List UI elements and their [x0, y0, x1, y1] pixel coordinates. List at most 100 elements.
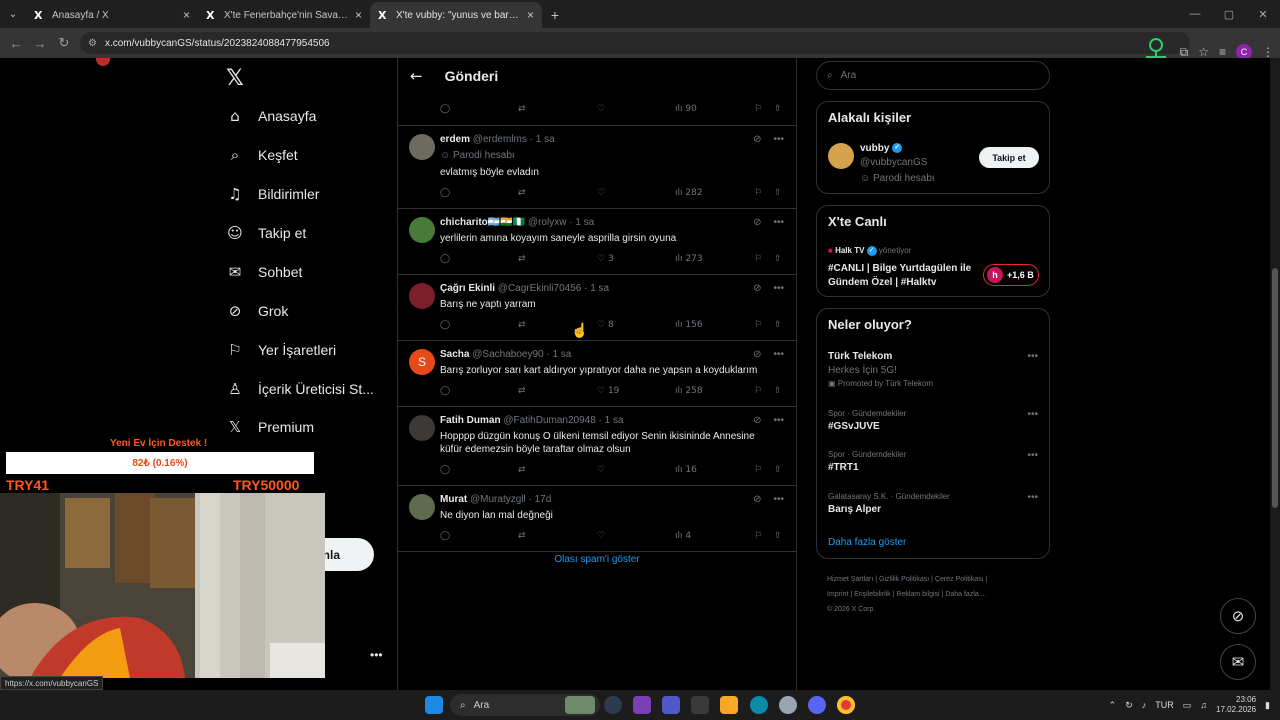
- footer-link[interactable]: Erişilebilirlik: [854, 591, 891, 598]
- search-highlight-icon[interactable]: [565, 696, 595, 714]
- author-name[interactable]: Sacha: [440, 349, 469, 360]
- close-icon[interactable]: ×: [183, 8, 190, 22]
- like-icon[interactable]: ♡ 3: [597, 254, 614, 264]
- notifications-icon[interactable]: ▮: [1265, 700, 1270, 711]
- chrome-icon[interactable]: [837, 696, 855, 714]
- more-icon[interactable]: •••: [1027, 351, 1038, 362]
- retweet-icon[interactable]: ⇄: [518, 386, 526, 396]
- menu-icon[interactable]: ⋮: [1262, 45, 1274, 59]
- tab-2[interactable]: X X'te Fenerbahçe'nin Savaşçı Ru ×: [198, 2, 370, 28]
- tweet-time[interactable]: 1 sa: [552, 349, 571, 360]
- views-icon[interactable]: ılı 258: [675, 386, 703, 396]
- avatar[interactable]: [409, 494, 435, 520]
- reply-tweet[interactable]: Çağrı Ekinli @CagrEkinli70456 · 1 sa Bar…: [398, 275, 796, 341]
- tray-chevron-icon[interactable]: ⌃: [1109, 700, 1117, 711]
- tweet-time[interactable]: 1 sa: [575, 217, 594, 228]
- avatar[interactable]: [409, 217, 435, 243]
- tab-1[interactable]: X Anasayfa / X ×: [26, 2, 198, 28]
- author-name[interactable]: erdem: [440, 134, 470, 145]
- grok-icon[interactable]: ⊘: [753, 494, 761, 505]
- bookmark-icon[interactable]: ⚐: [754, 531, 762, 541]
- reply-icon[interactable]: ◯: [440, 531, 450, 541]
- more-icon[interactable]: •••: [773, 494, 784, 505]
- author-name[interactable]: Murat: [440, 494, 467, 505]
- retweet-icon[interactable]: ⇄: [518, 320, 526, 330]
- account-more-icon[interactable]: •••: [370, 648, 383, 662]
- discord-icon[interactable]: [808, 696, 826, 714]
- x-logo-icon[interactable]: 𝕏: [226, 66, 244, 91]
- retweet-icon[interactable]: ⇄: [518, 465, 526, 475]
- footer-link[interactable]: Imprint: [827, 591, 848, 598]
- share-icon[interactable]: ⇧: [774, 320, 782, 330]
- nav-explore[interactable]: ⌕ Keşfet: [226, 143, 298, 167]
- live-listeners-pill[interactable]: h +1,6 B: [983, 264, 1039, 286]
- footer-link[interactable]: Reklam bilgisi: [896, 591, 939, 598]
- views-icon[interactable]: ılı 282: [675, 188, 703, 198]
- minimize-icon[interactable]: —: [1178, 8, 1212, 20]
- avatar[interactable]: S: [409, 349, 435, 375]
- task-view-icon[interactable]: [604, 696, 622, 714]
- more-icon[interactable]: •••: [1027, 450, 1038, 461]
- copilot-icon[interactable]: [633, 696, 651, 714]
- close-icon[interactable]: ×: [355, 8, 362, 22]
- promoted-trend[interactable]: Türk Telekom Herkes İçin 5G! ▣ Promoted …: [828, 351, 1038, 388]
- views-icon[interactable]: ılı 4: [675, 531, 691, 541]
- retweet-icon[interactable]: ⇄: [518, 188, 526, 198]
- reply-icon[interactable]: ◯: [440, 386, 450, 396]
- reply-tweet[interactable]: Murat @Muratyzgll · 17d Ne diyon lan mal…: [398, 486, 796, 552]
- share-icon[interactable]: ⇧: [774, 386, 782, 396]
- tweet-time[interactable]: 1 sa: [605, 415, 624, 426]
- related-name-row[interactable]: vubby ✓: [860, 143, 903, 154]
- nav-chat[interactable]: ✉ Sohbet: [226, 260, 303, 284]
- more-icon[interactable]: •••: [773, 134, 784, 145]
- nav-grok[interactable]: ⊘ Grok: [226, 299, 289, 323]
- footer-link[interactable]: Hizmet Şartları: [827, 576, 873, 583]
- tab-3[interactable]: X X'te vubby: "yunus ve barış çab ×: [370, 2, 542, 28]
- bookmark-icon[interactable]: ⚐: [754, 254, 762, 264]
- grok-icon[interactable]: ⊘: [753, 217, 761, 228]
- grok-icon[interactable]: ⊘: [753, 415, 761, 426]
- language-indicator[interactable]: TUR: [1155, 700, 1174, 710]
- share-icon[interactable]: ⇧: [774, 104, 782, 114]
- file-explorer-icon[interactable]: [720, 696, 738, 714]
- tweet-time[interactable]: 17d: [535, 494, 552, 505]
- retweet-icon[interactable]: ⇄: [518, 104, 526, 114]
- reply-icon[interactable]: ◯: [440, 320, 450, 330]
- tweet-time[interactable]: 1 sa: [590, 283, 609, 294]
- grok-fab-icon[interactable]: ⊘: [1220, 598, 1256, 634]
- bookmark-icon[interactable]: ⚐: [754, 386, 762, 396]
- bookmark-icon[interactable]: ⚐: [754, 104, 762, 114]
- grok-icon[interactable]: ⊘: [753, 283, 761, 294]
- share-icon[interactable]: ⇧: [774, 188, 782, 198]
- like-icon[interactable]: ♡ 19: [597, 386, 619, 396]
- trend-item[interactable]: Spor · Gündemdekiler #TRT1 •••: [828, 450, 1038, 473]
- author-handle[interactable]: @Muratyzgll: [470, 494, 526, 505]
- share-icon[interactable]: ⇧: [774, 531, 782, 541]
- more-icon[interactable]: •••: [1027, 492, 1038, 503]
- nav-premium[interactable]: 𝕏 Premium: [226, 415, 314, 439]
- microphone-icon[interactable]: ♪: [1142, 700, 1147, 710]
- show-spam-link[interactable]: Olası spam'i göster: [398, 554, 796, 565]
- tweet-time[interactable]: 1 sa: [536, 134, 555, 145]
- bookmark-icon[interactable]: ⚐: [754, 465, 762, 475]
- footer-link[interactable]: Çerez Politikası: [935, 576, 984, 583]
- like-icon[interactable]: ♡ 8: [597, 320, 614, 330]
- author-name[interactable]: Çağrı Ekinli: [440, 283, 495, 294]
- search-input[interactable]: ⌕ Ara: [816, 61, 1050, 90]
- reply-tweet[interactable]: erdem @erdemlms · 1 sa ☺ Parodi hesabı e…: [398, 126, 796, 209]
- trend-item[interactable]: Spor · Gündemdekiler #GSvJUVE •••: [828, 409, 1038, 432]
- store-icon[interactable]: [691, 696, 709, 714]
- nav-creator-studio[interactable]: ♙ İçerik Üreticisi St...: [226, 377, 374, 401]
- more-icon[interactable]: •••: [1027, 409, 1038, 420]
- media-icon[interactable]: ≡: [1219, 45, 1226, 59]
- steam-icon[interactable]: [779, 696, 797, 714]
- restore-icon[interactable]: ▢: [1212, 8, 1246, 21]
- author-handle[interactable]: @erdemlms: [473, 134, 527, 145]
- author-handle[interactable]: @FatihDuman20948: [503, 415, 595, 426]
- page-scrollbar[interactable]: [1270, 58, 1280, 690]
- reply-icon[interactable]: ◯: [440, 104, 450, 114]
- volume-icon[interactable]: ♫: [1200, 700, 1207, 710]
- reply-tweet[interactable]: S Sacha @Sachaboey90 · 1 sa Barış zorluy…: [398, 341, 796, 407]
- scrollbar-thumb[interactable]: [1272, 268, 1278, 508]
- retweet-icon[interactable]: ⇄: [518, 254, 526, 264]
